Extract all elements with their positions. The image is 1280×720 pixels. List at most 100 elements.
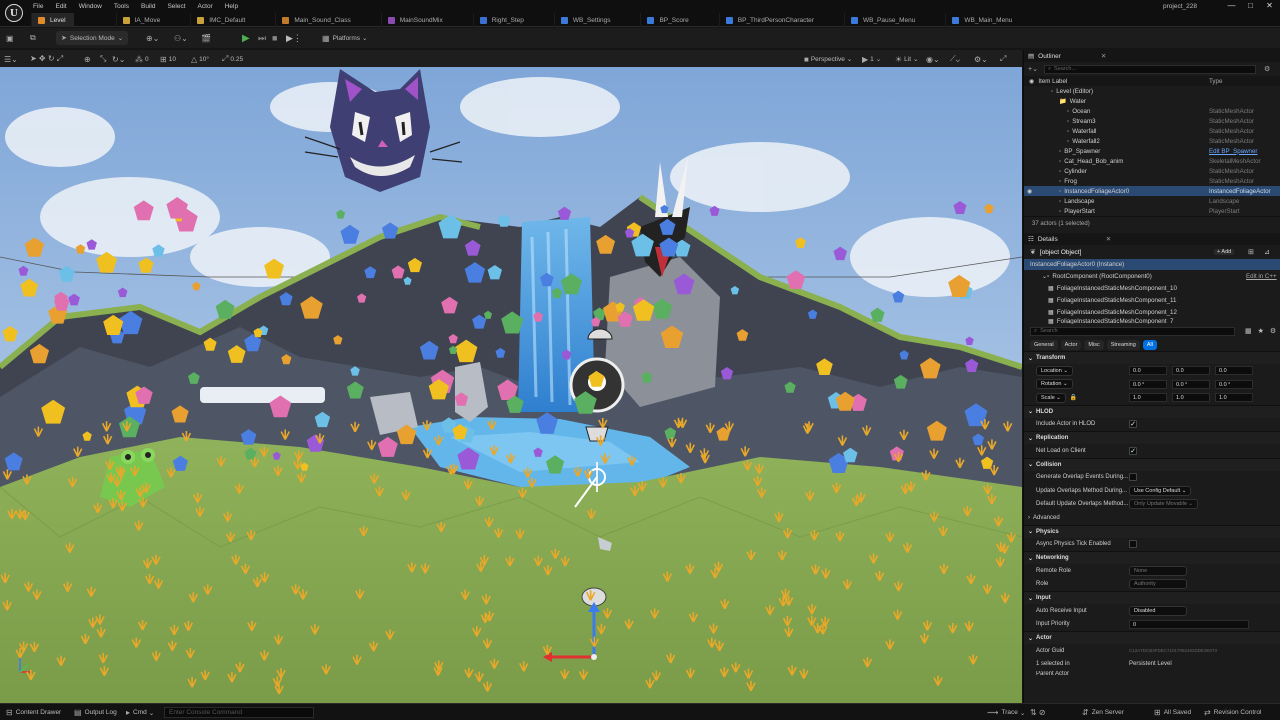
outliner-row[interactable]: ▫ Waterfall StaticMeshActor (1024, 126, 1280, 136)
outliner-row[interactable]: ▫ Cylinder StaticMeshActor (1024, 166, 1280, 176)
tab-wb-main-menu[interactable]: WB_Main_Menu (945, 13, 1020, 27)
role-dropdown[interactable]: Authority (1129, 579, 1187, 590)
input-priority-field[interactable]: 0 (1129, 619, 1249, 629)
scale-x[interactable]: 1.0 (1129, 393, 1167, 403)
surface-snap-icon[interactable]: ⤡ (100, 52, 106, 66)
snap-settings[interactable]: ↻⌄ (112, 52, 125, 66)
favorite-icon[interactable]: ★ (1258, 327, 1264, 335)
section-hlod[interactable]: ⌄ HLOD (1024, 404, 1280, 418)
section-collision[interactable]: ⌄ Collision (1024, 457, 1280, 471)
section-networking[interactable]: ⌄ Networking (1024, 551, 1280, 564)
menu-edit[interactable]: Edit (55, 3, 66, 10)
outliner-row[interactable]: ▫ Frog StaticMeshActor (1024, 176, 1280, 186)
component-row[interactable]: ▦ FoliageInstancedStaticMeshComponent_7 (1024, 318, 1280, 324)
show-flags-icon[interactable]: ◉⌄ (926, 52, 940, 66)
console-input[interactable]: Enter Console Command (164, 707, 314, 718)
filter-actor[interactable]: Actor (1060, 339, 1082, 350)
remote-role-dropdown[interactable]: None (1129, 565, 1187, 576)
close-icon[interactable]: ✕ (1101, 52, 1106, 60)
outliner-row[interactable]: ▫ PlayerStart PlayerStart (1024, 206, 1280, 216)
edit-in-cpp-link[interactable]: Edit in C++ (1246, 273, 1277, 280)
rotation-z[interactable]: 0.0 ° (1215, 379, 1253, 389)
async-physics-checkbox[interactable] (1129, 540, 1137, 549)
revision-control-button[interactable]: ⇄ Revision Control (1204, 707, 1261, 718)
location-z[interactable]: 0.0 (1215, 366, 1253, 376)
play-options-icon[interactable]: ▶⋮ (286, 31, 302, 45)
output-log-button[interactable]: ▤ Output Log (74, 707, 117, 718)
tab-wb-settings[interactable]: WB_Settings (553, 13, 619, 27)
menu-window[interactable]: Window (79, 3, 102, 10)
component-row[interactable]: ▦ FoliageInstancedStaticMeshComponent_12 (1024, 306, 1280, 318)
transform-tools[interactable]: ➤ ✥ ↻ ⤢ (30, 52, 63, 66)
menu-file[interactable]: File (33, 3, 43, 10)
gen-overlap-checkbox[interactable] (1129, 473, 1137, 482)
cinematics-icon[interactable]: 🎬 (201, 31, 211, 45)
scale-snap[interactable]: ⤢ 0.25 (222, 52, 243, 66)
details-actor-name[interactable]: [object Object] (1040, 249, 1082, 256)
menu-build[interactable]: Build (141, 3, 155, 10)
outliner-row[interactable]: ▫ Cat_Head_Bob_anim SkeletalMeshActor (1024, 156, 1280, 166)
maximize-viewport-icon[interactable]: ⤢ (1000, 52, 1006, 66)
step-button[interactable]: ⏭ (258, 31, 266, 45)
location-dropdown[interactable]: Location ⌄ (1036, 365, 1073, 376)
root-component-row[interactable]: ⌄▫ RootComponent (RootComponent0) Edit in … (1024, 270, 1280, 282)
visibility-icon[interactable]: ◉ (1027, 188, 1037, 195)
filter-streaming[interactable]: Streaming (1106, 339, 1140, 350)
section-actor[interactable]: ⌄ Actor (1024, 631, 1280, 644)
tab-mainsoundmix[interactable]: MainSoundMix (380, 13, 451, 27)
close-window-button[interactable]: ✕ (1260, 1, 1279, 10)
filter-misc[interactable]: Misc (1084, 339, 1104, 350)
col-item-label[interactable]: Item Label (1038, 78, 1067, 85)
settings-icon[interactable]: ⚙ (1270, 327, 1276, 335)
section-physics[interactable]: ⌄ Physics (1024, 524, 1280, 538)
settings-icon[interactable]: ⚙ (1264, 65, 1270, 73)
platforms-dropdown[interactable]: ▦ Platforms ⌄ (322, 31, 367, 45)
menu-help[interactable]: Help (225, 3, 238, 10)
stop-button[interactable]: ■ (272, 31, 277, 45)
maximize-button[interactable]: □ (1241, 1, 1260, 10)
grid-snap-zero[interactable]: ⁂ 0 (135, 52, 149, 66)
section-transform[interactable]: ⌄ Transform (1024, 351, 1280, 364)
level-viewport[interactable] (0, 67, 1022, 703)
include-hlod-checkbox[interactable]: ✓ (1129, 420, 1137, 429)
realtime-icon[interactable]: ⟋⌄ (950, 52, 960, 66)
blueprint-icon[interactable]: ⊞ (1248, 248, 1254, 256)
outliner-search-input[interactable]: ⌕ Search... (1043, 64, 1256, 74)
tab-right-step[interactable]: Right_Step (472, 13, 532, 27)
tab-bp-thirdpersoncharacter[interactable]: BP_ThirdPersonCharacter (718, 13, 822, 27)
viewport-menu-icon[interactable]: ☰⌄ (4, 52, 18, 66)
outliner-row[interactable]: 📁 Water (1024, 96, 1280, 106)
trace-dropdown[interactable]: ⟿ Trace ⌄ (987, 707, 1025, 718)
component-row[interactable]: ▦ FoliageInstancedStaticMeshComponent_11 (1024, 294, 1280, 306)
outliner-item-type[interactable]: Edit BP_Spawner (1209, 148, 1258, 155)
add-actor-icon[interactable]: ⊕⌄ (146, 31, 159, 45)
all-saved-button[interactable]: ⊞ All Saved (1154, 707, 1191, 718)
rotation-x[interactable]: 0.0 ° (1129, 379, 1167, 389)
selection-mode-dropdown[interactable]: ➤ Selection Mode ⌄ (56, 31, 129, 45)
tab-level[interactable]: Level (31, 13, 74, 27)
outliner-row[interactable]: ▫ Level (Editor) (1024, 86, 1280, 96)
filter-all[interactable]: All (1142, 339, 1157, 350)
default-overlap-dropdown[interactable]: Only Update Movable ⌄ (1129, 499, 1199, 510)
settings-icon[interactable]: ⚙⌄ (974, 52, 988, 66)
location-y[interactable]: 0.0 (1172, 366, 1210, 376)
minimize-button[interactable]: — (1222, 1, 1241, 10)
unreal-logo[interactable]: U (5, 4, 23, 22)
outliner-row[interactable]: ▫ Landscape Landscape (1024, 196, 1280, 206)
camera-speed[interactable]: ▶ 1 ⌄ (862, 52, 881, 66)
tab-wb-pause-menu[interactable]: WB_Pause_Menu (843, 13, 923, 27)
details-search-input[interactable]: ⌕ Search (1030, 326, 1235, 336)
filter-general[interactable]: General (1030, 339, 1058, 350)
outliner-row[interactable]: ▫ Stream3 StaticMeshActor (1024, 116, 1280, 126)
location-x[interactable]: 0.0 (1129, 366, 1167, 376)
net-load-checkbox[interactable]: ✓ (1129, 446, 1137, 455)
lit-dropdown[interactable]: ☀ Lit ⌄ (895, 52, 919, 66)
outliner-row[interactable]: ◉ ▫ InstancedFoliageActor0 InstancedFoliage… (1024, 186, 1280, 196)
component-instance[interactable]: InstancedFoliageActor0 (Instance) (1024, 259, 1280, 270)
tab-imc-default[interactable]: IMC_Default (190, 13, 253, 27)
menu-select[interactable]: Select (167, 3, 185, 10)
perspective-dropdown[interactable]: ■ Perspective ⌄ (804, 52, 852, 66)
add-filter-icon[interactable]: +⌄ (1028, 65, 1038, 73)
content-drawer-button[interactable]: ⊟ Content Drawer (6, 707, 61, 718)
outliner-row[interactable]: ▫ BP_Spawner Edit BP_Spawner (1024, 146, 1280, 156)
